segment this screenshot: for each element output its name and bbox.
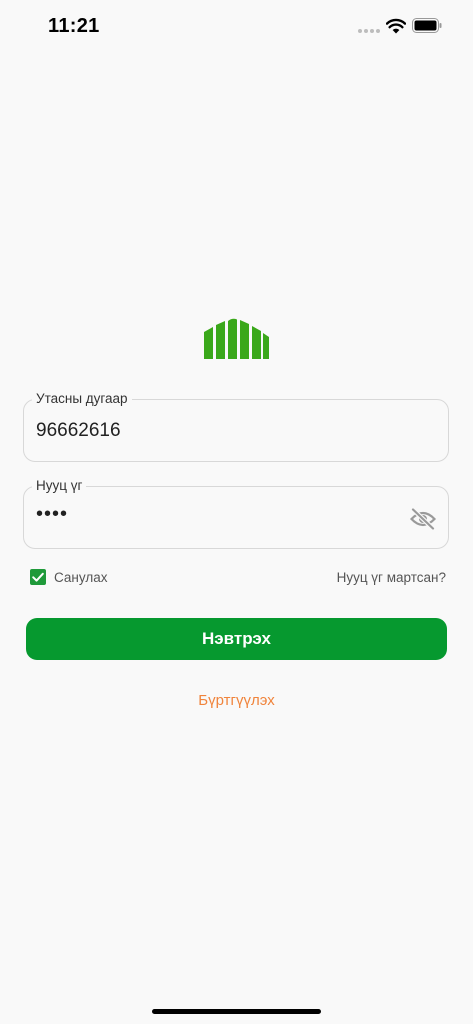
password-field[interactable]: Нууц үг •••• — [23, 478, 449, 549]
cellular-signal-icon — [358, 29, 380, 33]
wifi-icon — [386, 18, 406, 34]
phone-number-field[interactable]: Утасны дугаар 96662616 — [23, 391, 449, 462]
password-label: Нууц үг — [32, 478, 87, 494]
eye-off-icon[interactable] — [410, 508, 436, 530]
forgot-password-link[interactable]: Нууц үг мартсан? — [337, 570, 446, 585]
building-logo-icon — [204, 318, 269, 359]
battery-icon — [412, 18, 442, 33]
register-link[interactable]: Бүртгүүлэх — [0, 692, 473, 709]
phone-number-label: Утасны дугаар — [32, 391, 132, 407]
phone-number-input[interactable]: 96662616 — [36, 420, 121, 442]
checkmark-icon — [32, 572, 44, 582]
home-indicator — [152, 1009, 321, 1014]
remember-checkbox[interactable] — [30, 569, 46, 585]
password-input[interactable]: •••• — [36, 503, 68, 526]
remember-label: Санулах — [54, 570, 108, 585]
login-button[interactable]: Нэвтрэх — [26, 618, 447, 660]
status-time: 11:21 — [48, 15, 100, 37]
status-bar: 11:21 — [0, 0, 473, 54]
